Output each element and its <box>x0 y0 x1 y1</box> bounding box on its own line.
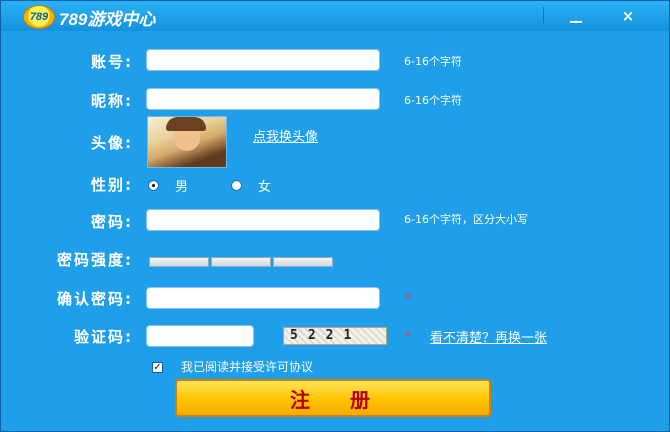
strength-segment-strong <box>273 257 333 267</box>
password-hint: 6-16个字符，区分大小写 <box>404 213 528 226</box>
confirm-password-input[interactable] <box>146 287 380 309</box>
gender-female-label: 女 <box>258 180 272 195</box>
gender-male-label: 男 <box>175 180 189 195</box>
avatar-label: 头像: <box>91 134 133 152</box>
captcha-required-marker: * <box>405 329 411 343</box>
password-strength-label: 密码强度: <box>57 251 133 269</box>
nickname-label: 昵称: <box>91 92 133 110</box>
account-label: 账号: <box>91 53 133 71</box>
nickname-input[interactable] <box>146 88 380 110</box>
captcha-input[interactable] <box>146 325 254 347</box>
title-bar: 789 789游戏中心 × <box>1 1 669 31</box>
captcha-label: 验证码: <box>74 328 133 346</box>
account-input[interactable] <box>146 49 380 71</box>
register-button[interactable]: 注册 <box>175 379 491 417</box>
strength-segment-weak <box>149 257 209 267</box>
password-label: 密码: <box>91 213 133 231</box>
close-button[interactable]: × <box>611 4 645 28</box>
avatar-image[interactable] <box>147 116 227 168</box>
strength-segment-medium <box>211 257 271 267</box>
titlebar-divider <box>543 7 544 23</box>
gender-label: 性别: <box>91 176 133 194</box>
agree-license-text: 我已阅读并接受许可协议 <box>181 360 314 374</box>
refresh-captcha-link[interactable]: 看不清楚？再换一张 <box>430 327 547 346</box>
gender-male-radio[interactable] <box>148 180 159 191</box>
close-icon: × <box>621 7 635 25</box>
nickname-hint: 6-16个字符 <box>404 94 462 107</box>
registration-window: 789 789游戏中心 × 账号: 6-16个字符 昵称: 6-16个字符 头像… <box>0 0 670 432</box>
account-hint: 6-16个字符 <box>404 55 462 68</box>
app-logo-icon: 789 <box>23 5 55 29</box>
agree-checkbox[interactable]: ✓ <box>152 362 163 373</box>
app-logo-text: 789 <box>29 11 49 23</box>
confirm-password-label: 确认密码: <box>57 290 133 308</box>
confirm-required-marker: * <box>405 291 411 305</box>
minimize-button[interactable] <box>559 4 593 28</box>
change-avatar-link[interactable]: 点我换头像 <box>253 126 318 145</box>
window-title: 789游戏中心 <box>59 10 156 29</box>
captcha-image[interactable]: 5221 <box>283 327 387 345</box>
password-strength-meter <box>149 257 333 267</box>
gender-female-radio[interactable] <box>231 180 242 191</box>
password-input[interactable] <box>146 209 380 231</box>
